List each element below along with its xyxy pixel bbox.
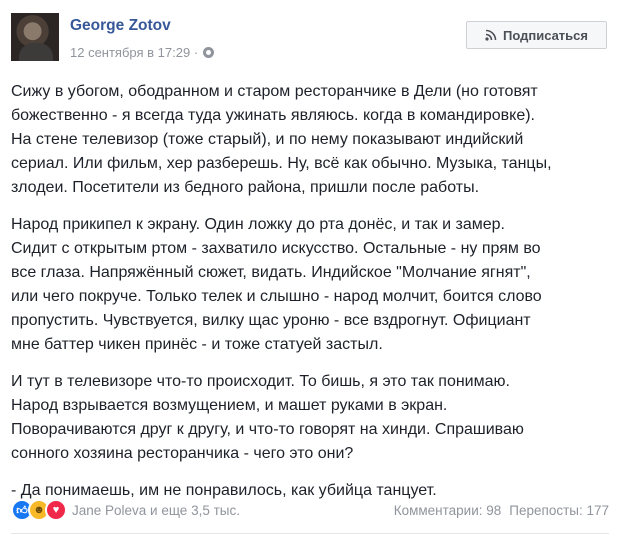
- post-meta: 12 сентября в 17:29 ·: [70, 45, 215, 60]
- text-line: сонного хозяина ресторанчика - чего это …: [11, 445, 354, 462]
- post-stats: Комментарии: 98 Перепосты: 177: [394, 503, 609, 518]
- subscribe-button[interactable]: Подписаться: [466, 21, 607, 49]
- subscribe-label: Подписаться: [502, 27, 588, 43]
- post-footer: 👍︎ ☻ ♥ Jane Poleva и еще 3,5 тыс. Коммен…: [11, 498, 609, 522]
- rss-icon: [485, 29, 497, 41]
- divider: [11, 533, 609, 534]
- text-line: Поворачиваются друг к другу, и что-то го…: [11, 421, 524, 438]
- paragraph: Сижу в убогом, ободранном и старом ресто…: [11, 80, 611, 200]
- avatar[interactable]: [11, 13, 59, 61]
- shares-count[interactable]: Перепосты: 177: [509, 503, 609, 518]
- globe-icon: [203, 47, 215, 58]
- reactions[interactable]: 👍︎ ☻ ♥: [11, 499, 67, 521]
- text-line: Народ прикипел к экрану. Один ложку до р…: [11, 216, 505, 233]
- author-name[interactable]: George Zotov: [70, 17, 171, 35]
- text-line: божественно - я всегда туда ужинать явля…: [11, 107, 535, 124]
- text-line: И тут в телевизоре что-то происходит. То…: [11, 373, 510, 390]
- timestamp[interactable]: 12 сентября в 17:29 ·: [70, 45, 198, 60]
- post-body: Сижу в убогом, ободранном и старом ресто…: [11, 80, 611, 516]
- love-icon: ♥: [45, 499, 67, 521]
- text-line: Народ взрывается возмущением, и машет ру…: [11, 397, 448, 414]
- text-line: Сидит с открытым ртом - захватило искусс…: [11, 240, 541, 257]
- comments-count[interactable]: Комментарии: 98: [394, 503, 502, 518]
- reactions-text[interactable]: Jane Poleva и еще 3,5 тыс.: [72, 503, 240, 518]
- text-line: Сижу в убогом, ободранном и старом ресто…: [11, 83, 538, 100]
- paragraph: И тут в телевизоре что-то происходит. То…: [11, 370, 611, 466]
- text-line: или чего покруче. Только телек и слышно …: [11, 288, 542, 305]
- text-line: пропустить. Чувствуется, вилку щас уроню…: [11, 312, 531, 329]
- text-line: сериал. Или фильм, хер разберешь. Ну, вс…: [11, 155, 552, 172]
- facebook-post: George Zotov 12 сентября в 17:29 · Подпи…: [0, 0, 620, 546]
- text-line: злодеи. Посетители из бедного района, пр…: [11, 179, 480, 196]
- text-line: мне баттер чикен принёс - и тоже статуей…: [11, 336, 383, 353]
- paragraph: Народ прикипел к экрану. Один ложку до р…: [11, 213, 611, 357]
- text-line: На стене телевизор (тоже старый), и по н…: [11, 131, 524, 148]
- text-line: все глаза. Напряжённый сюжет, видать. Ин…: [11, 264, 531, 281]
